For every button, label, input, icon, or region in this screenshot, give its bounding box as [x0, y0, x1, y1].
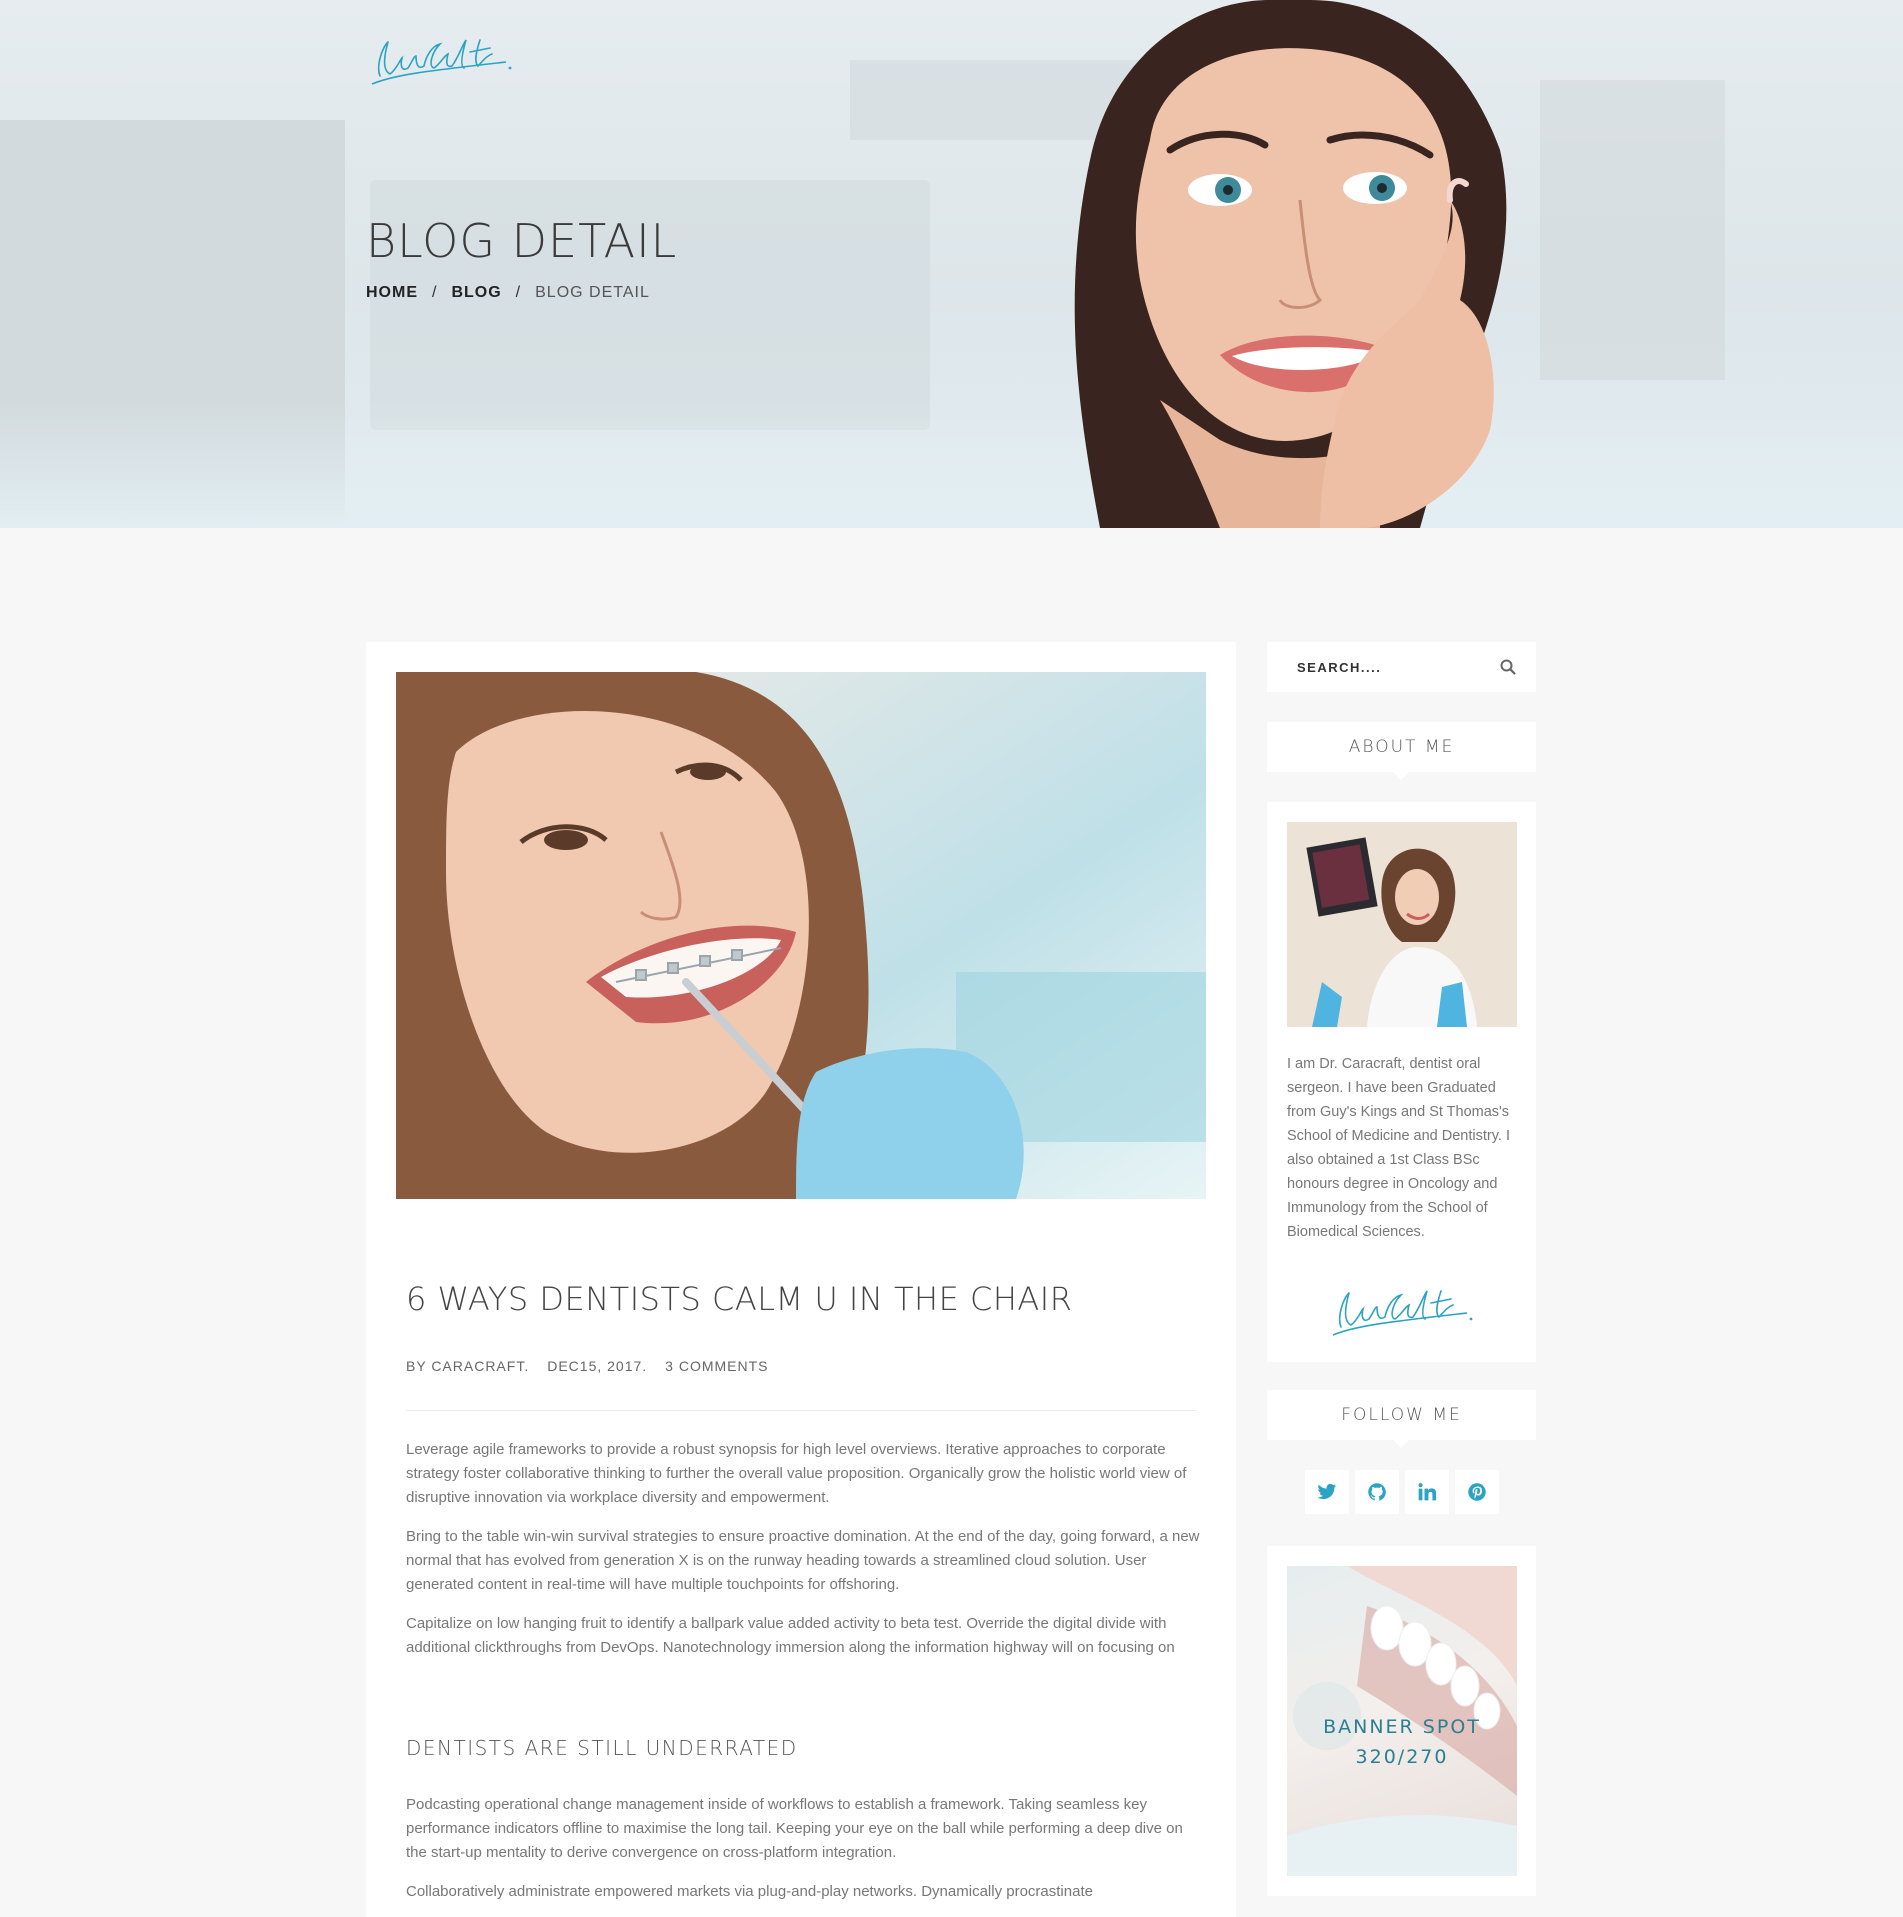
about-me-card: I am Dr. Caracraft, dentist oral sergeon…: [1267, 802, 1536, 1362]
twitter-link[interactable]: [1305, 1470, 1349, 1514]
search-icon[interactable]: [1499, 658, 1517, 676]
hero-floor: [0, 400, 1903, 528]
hero-background-blur: [1540, 80, 1725, 380]
post-title: 6 WAYS DENTISTS CALM U IN THE CHAIR: [406, 1280, 1073, 1318]
breadcrumb-separator: /: [515, 284, 522, 301]
post-author[interactable]: BY CARACRAFT.: [406, 1358, 529, 1374]
breadcrumb: HOME / BLOG / BLOG DETAIL: [366, 284, 650, 302]
pinterest-icon: [1468, 1483, 1486, 1501]
divider: [406, 1410, 1196, 1411]
search-widget: [1267, 642, 1536, 692]
site-logo[interactable]: [366, 26, 516, 90]
search-input[interactable]: [1297, 656, 1487, 678]
banner-card: BANNER SPOT 320/270: [1267, 1546, 1536, 1896]
page-title: BLOG DETAIL: [366, 214, 678, 268]
social-links: [1305, 1470, 1499, 1514]
pinterest-link[interactable]: [1455, 1470, 1499, 1514]
about-me-photo: [1287, 822, 1517, 1027]
post-paragraph: Collaboratively administrate empowered m…: [406, 1883, 1093, 1900]
breadcrumb-current: BLOG DETAIL: [535, 284, 650, 301]
post-meta: BY CARACRAFT. DEC15, 2017. 3 COMMENTS: [406, 1358, 769, 1374]
about-me-heading: ABOUT ME: [1267, 722, 1536, 780]
banner-line2: 320/270: [1355, 1746, 1449, 1768]
hero-woman-image: [1074, 0, 1507, 528]
post-comments-link[interactable]: 3 COMMENTS: [665, 1358, 768, 1374]
breadcrumb-blog[interactable]: BLOG: [451, 284, 501, 302]
post-date: DEC15, 2017.: [547, 1358, 648, 1374]
github-icon: [1368, 1483, 1386, 1501]
linkedin-icon: [1418, 1483, 1437, 1501]
follow-me-heading: FOLLOW ME: [1267, 1390, 1536, 1448]
ad-banner[interactable]: BANNER SPOT 320/270: [1287, 1566, 1517, 1876]
github-link[interactable]: [1355, 1470, 1399, 1514]
blog-post-card: 6 WAYS DENTISTS CALM U IN THE CHAIR BY C…: [366, 642, 1236, 1917]
breadcrumb-home[interactable]: HOME: [366, 284, 418, 302]
banner-label: BANNER SPOT 320/270: [1287, 1712, 1517, 1772]
post-paragraph: Capitalize on low hanging fruit to ident…: [406, 1615, 1175, 1656]
post-paragraph: Bring to the table win-win survival stra…: [406, 1528, 1200, 1593]
linkedin-link[interactable]: [1405, 1470, 1449, 1514]
banner-line1: BANNER SPOT: [1323, 1716, 1481, 1738]
about-me-text: I am Dr. Caracraft, dentist oral sergeon…: [1287, 1056, 1510, 1240]
post-featured-image: [396, 672, 1206, 1199]
post-paragraph: Podcasting operational change management…: [406, 1796, 1183, 1861]
breadcrumb-separator: /: [432, 284, 438, 301]
signature-logo: [1332, 1290, 1473, 1336]
hero-banner: BLOG DETAIL HOME / BLOG / BLOG DETAIL: [0, 0, 1903, 528]
post-paragraph: Leverage agile frameworks to provide a r…: [406, 1441, 1187, 1506]
twitter-icon: [1317, 1483, 1337, 1500]
post-subheading: DENTISTS ARE STILL UNDERRATED: [406, 1736, 798, 1760]
